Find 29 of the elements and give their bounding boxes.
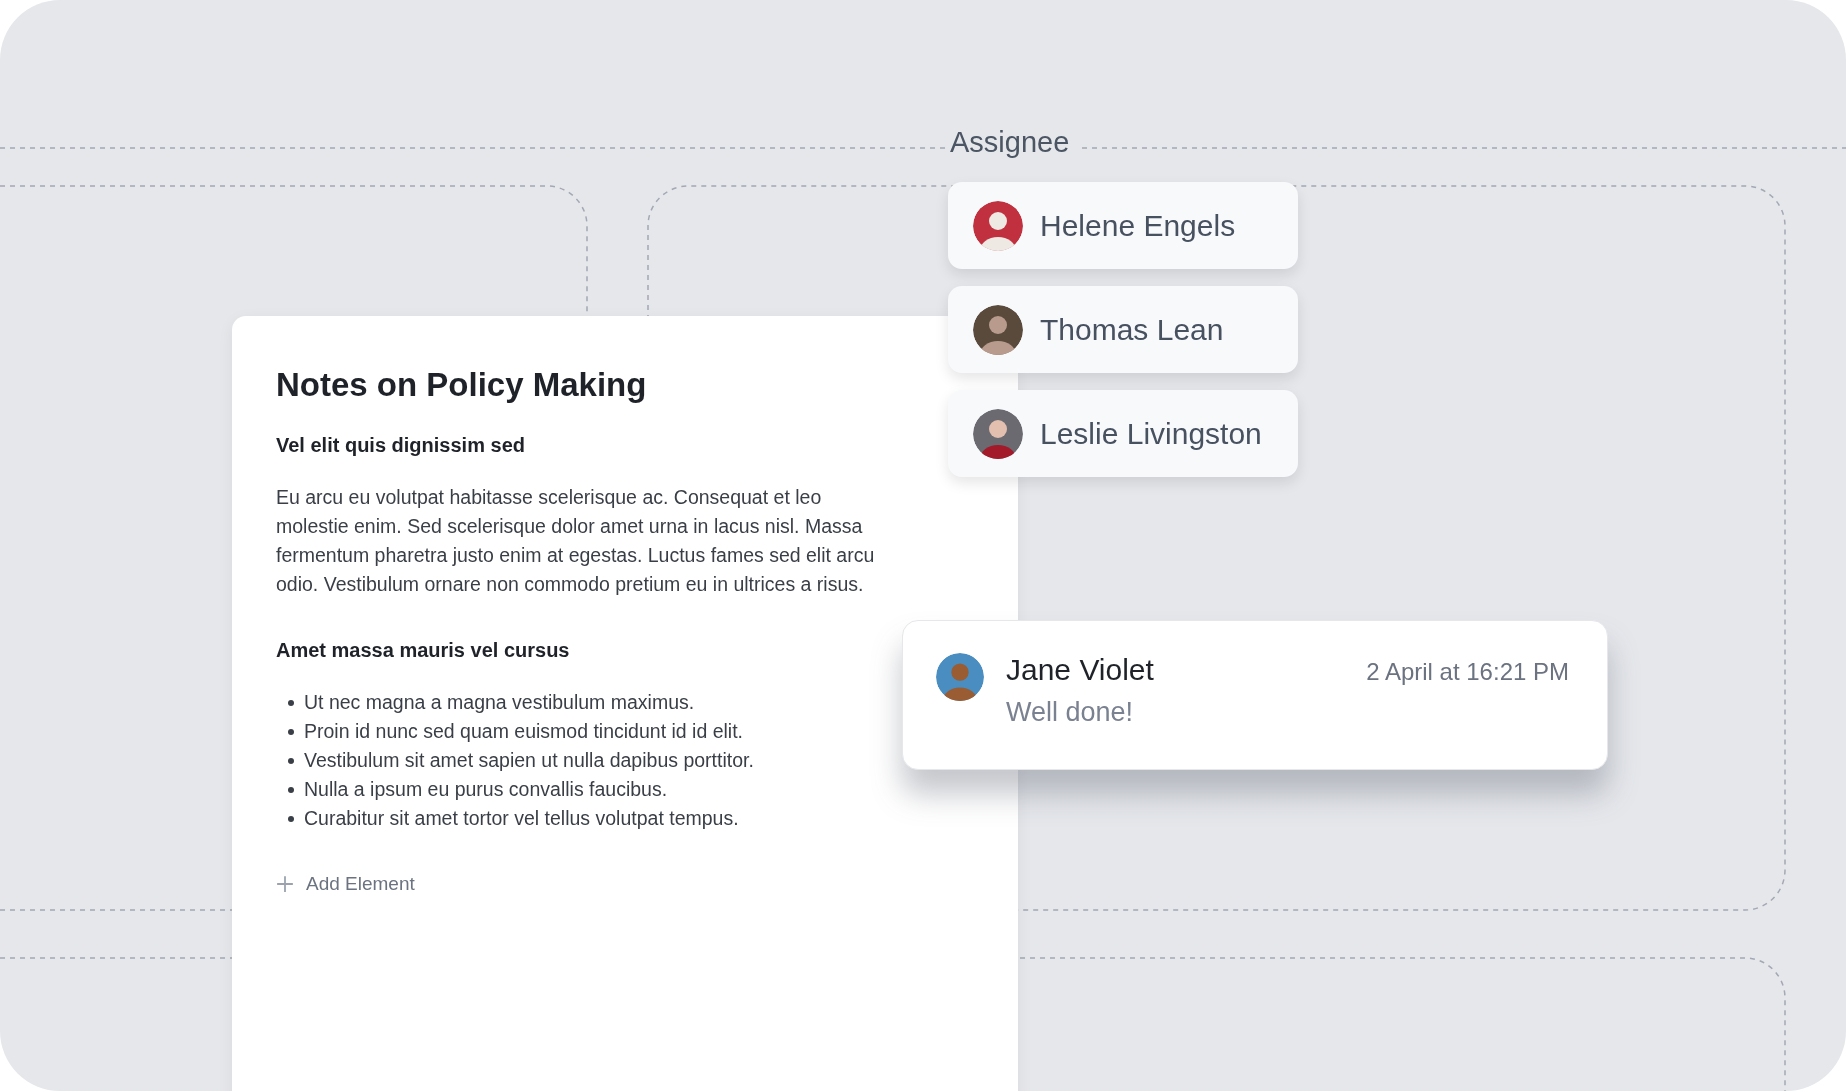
person-name: Thomas Lean (1040, 312, 1224, 347)
comment-time: 2 April at 16:21 PM (1366, 658, 1569, 686)
avatar-icon (936, 653, 984, 701)
bullet-icon (288, 815, 294, 822)
assignee-option[interactable]: Leslie Livingston (948, 390, 1298, 477)
plus-icon (276, 875, 294, 893)
assignee-option[interactable]: Thomas Lean (948, 286, 1298, 373)
assignee-option[interactable]: Helene Engels (948, 182, 1298, 269)
list-item: Curabitur sit amet tortor vel tellus volutpat tempus. (304, 807, 739, 830)
bullet-icon (288, 728, 294, 735)
person-name: Leslie Livingston (1040, 416, 1262, 451)
person-name: Helene Engels (1040, 208, 1236, 243)
avatar-icon (973, 408, 1023, 459)
list-item: Proin id nunc sed quam euismod tincidunt id id elit. (304, 720, 743, 743)
list-item: Vestibulum sit amet sapien ut nulla dapibus porttitor. (304, 749, 754, 772)
list-item: Ut nec magna a magna vestibulum maximus. (304, 691, 695, 714)
document-title: Notes on Policy Making (276, 366, 647, 404)
section-heading: Amet massa mauris vel cursus (276, 639, 570, 662)
bullet-icon (288, 699, 294, 706)
paragraph: Eu arcu eu volutpat habitasse scelerisque ac. Consequat et leo molestie enim. Sed scelerisque dolor amet urna in lacus nisl. Massa fermentum pharetra justo enim at egestas. Luctus fames sed elit arcu odio. Vestibulum ornare non commodo pretium eu in ultrices a risus. (276, 485, 876, 597)
bullet-icon (288, 757, 294, 764)
section-heading: Vel elit quis dignissim sed (276, 434, 525, 457)
comment-text: Well done! (1006, 697, 1134, 728)
list-item: Nulla a ipsum eu purus convallis faucibus. (304, 778, 668, 801)
add-element-button[interactable]: Add Element (276, 873, 415, 895)
bullet-icon (288, 786, 294, 793)
avatar-icon (973, 304, 1023, 355)
avatar-icon (973, 200, 1023, 251)
author-name: Jane Violet (1006, 653, 1154, 687)
